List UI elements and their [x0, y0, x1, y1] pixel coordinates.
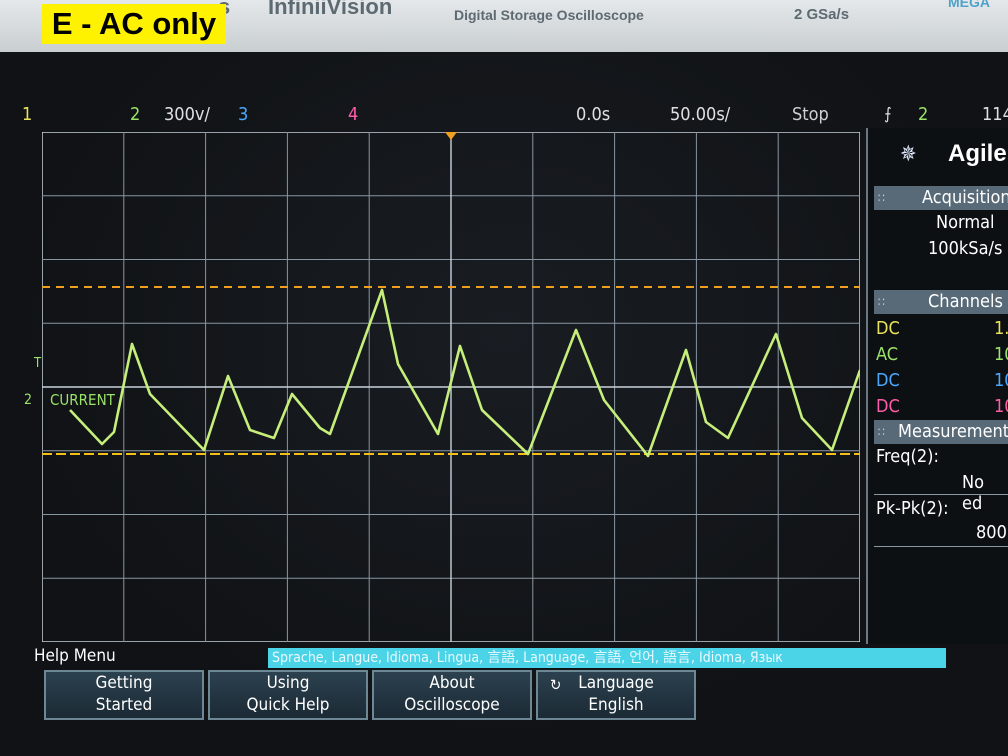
trigger-position-marker — [445, 132, 457, 140]
model-name: InfiniiVision — [268, 0, 393, 19]
softkey-line: Started — [95, 695, 153, 715]
trigger-source: 2 — [918, 104, 929, 125]
run-state: Stop — [792, 104, 829, 125]
drag-handle-icon: ∷ — [878, 295, 885, 309]
channel-coupling: DC — [876, 318, 900, 339]
channel-coupling: DC — [876, 370, 900, 391]
measurement-divider — [874, 494, 1008, 495]
ch1-indicator[interactable]: 1 — [22, 104, 32, 125]
channel-scale: 10 — [994, 396, 1008, 417]
ch2-indicator[interactable]: 2 — [130, 104, 140, 125]
ch2-scale: 300v/ — [164, 104, 210, 125]
softkey-line: Quick Help — [246, 695, 330, 715]
drag-handle-icon: ∷ — [878, 425, 885, 439]
sample-rate-spec: 2 GSa/s — [794, 6, 850, 23]
channel-2-trace — [69, 288, 860, 458]
help-menu-title: Help Menu — [34, 646, 116, 666]
language-strip: Sprache, Langue, Idioma, Lingua, 言語, Lan… — [268, 648, 946, 668]
pkpk-label: Pk-Pk(2): — [876, 498, 949, 519]
measurement-divider — [874, 546, 1008, 547]
image-caption: E - AC only — [42, 4, 226, 44]
channel-scale: 10 — [994, 370, 1008, 391]
ch4-indicator[interactable]: 4 — [348, 104, 358, 125]
agilent-logo-icon: ✵ — [900, 142, 917, 167]
sidebar-brand: Agile — [948, 140, 1007, 167]
measurements-header[interactable]: ∷ Measurements — [874, 420, 1008, 444]
softkey-line: English — [588, 695, 644, 715]
freq-label: Freq(2): — [876, 446, 939, 467]
language-softkey[interactable]: ↻ Language English — [536, 670, 696, 720]
channel-scale: 1. — [994, 318, 1008, 339]
softkey-line: About — [429, 673, 475, 693]
trigger-level: 114 — [982, 104, 1008, 125]
pkpk-value: 800 — [976, 522, 1007, 543]
acquisition-mode: Normal — [936, 212, 995, 233]
acquisition-title: Acquisition — [922, 187, 1008, 208]
channel-coupling: DC — [876, 396, 900, 417]
waveform-display[interactable] — [42, 132, 860, 642]
softkey-line: Oscilloscope — [404, 695, 500, 715]
trigger-edge-icon: ⨍ — [884, 104, 892, 123]
trigger-level-marker: T — [34, 356, 42, 371]
channel-scale: 10 — [994, 344, 1008, 365]
freq-value: No ed — [962, 472, 985, 514]
model-subtitle: Digital Storage Oscilloscope — [454, 7, 644, 23]
channel-coupling: AC — [876, 344, 899, 365]
channels-header[interactable]: ∷ Channels — [874, 290, 1008, 314]
time-scale: 50.00s/ — [670, 104, 731, 125]
softkey-line: Using — [266, 673, 310, 693]
getting-started-softkey[interactable]: Getting Started — [44, 670, 204, 720]
drag-handle-icon: ∷ — [878, 191, 885, 205]
brand-fragment-right: MEGA — [948, 0, 990, 10]
channels-title: Channels — [928, 291, 1003, 312]
ch2-label: CURRENT — [50, 391, 115, 409]
ch2-ground-marker: 2 — [24, 392, 33, 408]
rotate-knob-icon: ↻ — [550, 676, 562, 694]
about-oscilloscope-softkey[interactable]: About Oscilloscope — [372, 670, 532, 720]
measurements-title: Measurements — [898, 421, 1008, 442]
softkey-line: Getting — [95, 673, 153, 693]
softkey-line: Language — [578, 673, 654, 693]
time-delay: 0.0s — [576, 104, 611, 125]
acquisition-header[interactable]: ∷ Acquisition — [874, 186, 1008, 210]
acquisition-rate: 100kSa/s — [928, 238, 1003, 259]
ch3-indicator[interactable]: 3 — [238, 104, 248, 125]
quick-help-softkey[interactable]: Using Quick Help — [208, 670, 368, 720]
